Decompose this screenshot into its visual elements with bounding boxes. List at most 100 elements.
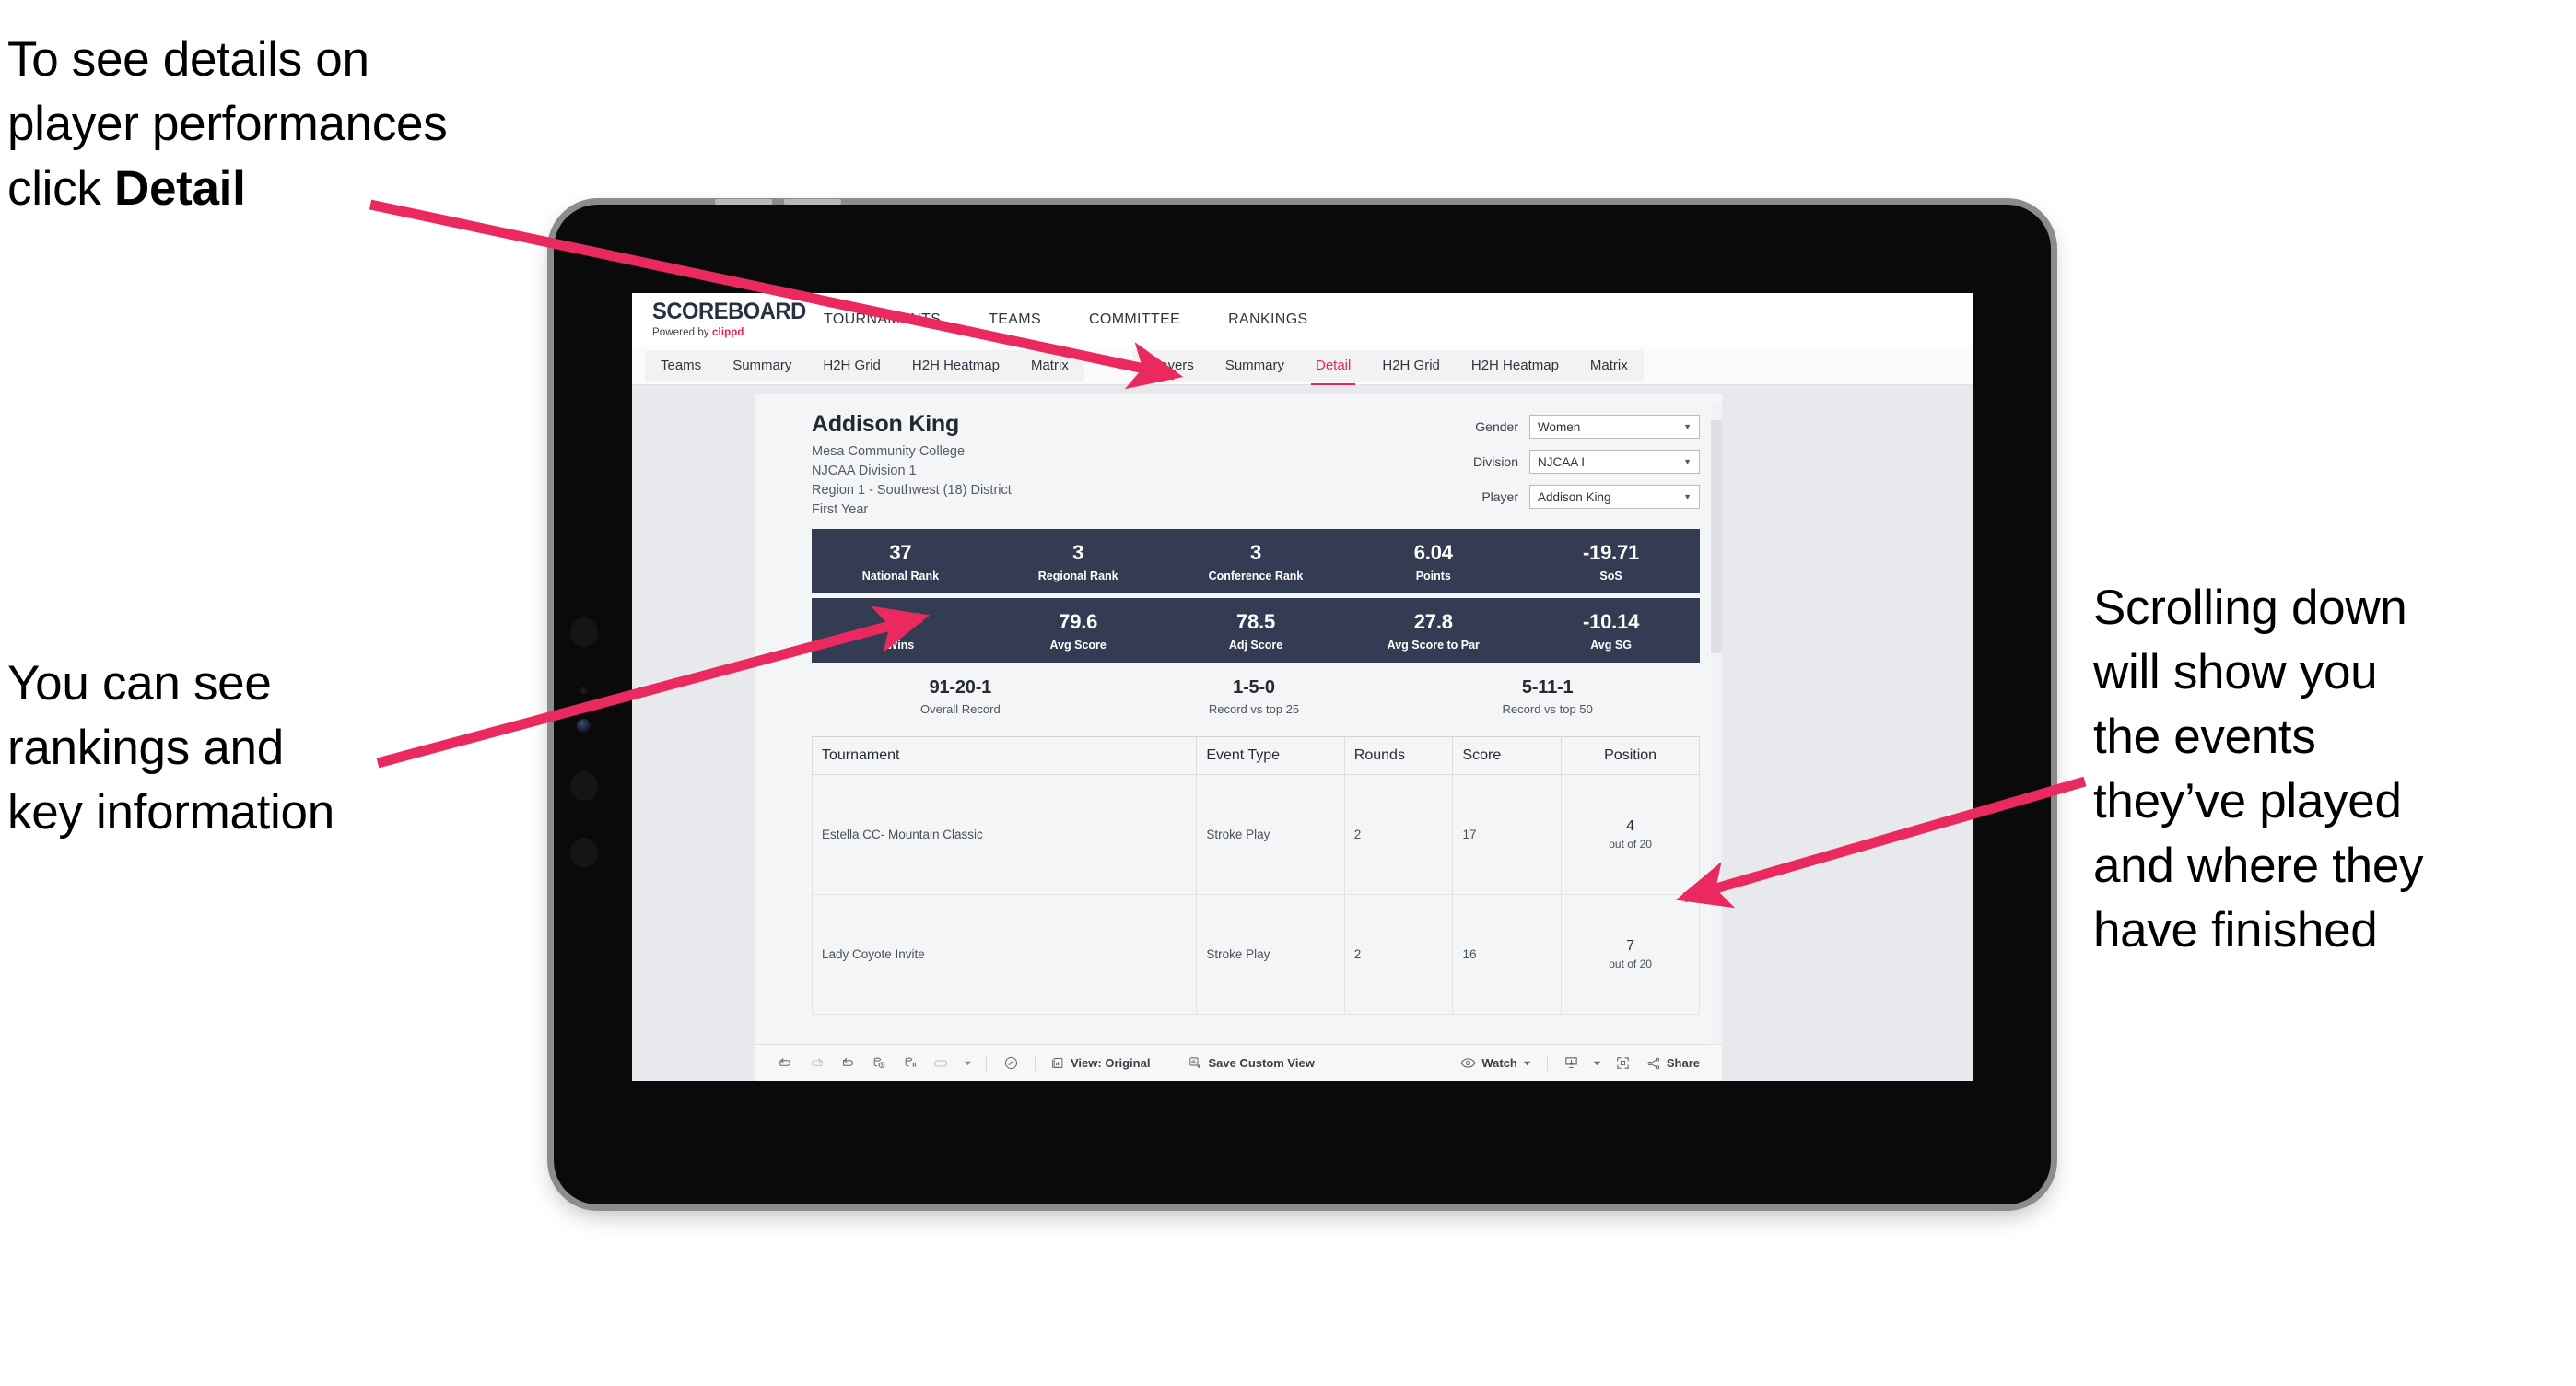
player-region: Region 1 - Southwest (18) District	[812, 483, 1012, 499]
table-row[interactable]: Estella CC- Mountain Classic Stroke Play…	[811, 774, 1700, 896]
kpi-regional-rank: 3 Regional Rank	[989, 541, 1167, 582]
cell-position: 7 out of 20	[1561, 894, 1700, 1016]
volume-up-button[interactable]	[715, 199, 772, 205]
redo-icon[interactable]	[801, 1055, 832, 1071]
dashboard-canvas: Addison King Mesa Community College NJCA…	[632, 385, 1973, 1081]
toolbar-divider	[1546, 1055, 1548, 1071]
chevron-down-icon: ▼	[1683, 422, 1692, 431]
tournaments-table: Tournament Event Type Rounds Score Posit…	[811, 736, 1700, 1016]
tab-teams-h2h-heatmap[interactable]: H2H Heatmap	[896, 350, 1015, 382]
detail-sheet: Addison King Mesa Community College NJCA…	[755, 394, 1722, 1081]
col-position[interactable]: Position	[1561, 736, 1700, 776]
division-select[interactable]: NJCAA I ▼	[1529, 450, 1700, 474]
share-button[interactable]: Share	[1639, 1056, 1707, 1071]
scoreboard-logo[interactable]: SCOREBOARD Powered by clippd	[652, 300, 806, 339]
player-identity-block: Addison King Mesa Community College NJCA…	[812, 411, 1012, 520]
kpi-avg-sg: -10.14 Avg SG	[1522, 610, 1700, 652]
col-tournament[interactable]: Tournament	[811, 736, 1198, 776]
nav-item-rankings[interactable]: RANKINGS	[1204, 293, 1331, 346]
highlight-icon[interactable]	[926, 1057, 957, 1070]
save-custom-view-label: Save Custom View	[1208, 1056, 1315, 1070]
record-label: Overall Record	[919, 702, 1001, 717]
tab-players-matrix[interactable]: Matrix	[1575, 350, 1644, 382]
view-original-label: View: Original	[1071, 1056, 1151, 1070]
cell-tournament: Lady Coyote Invite	[811, 894, 1198, 1016]
position-value: 7	[1626, 938, 1635, 955]
kpi-value: 6.04	[1413, 540, 1453, 564]
tab-players[interactable]: Players	[1132, 350, 1210, 382]
cell-tournament: Estella CC- Mountain Classic	[811, 774, 1198, 896]
player-select[interactable]: Addison King ▼	[1529, 485, 1700, 509]
filter-panel: Gender Women ▼ Division NJCAA I ▼ Player…	[1407, 411, 1700, 520]
kpi-value: 3	[1249, 540, 1262, 564]
position-value: 4	[1626, 818, 1635, 835]
fullscreen-icon[interactable]	[1608, 1055, 1639, 1071]
cell-rounds: 2	[1343, 894, 1454, 1016]
tab-teams-summary[interactable]: Summary	[717, 350, 807, 382]
kpi-value: 3	[1072, 540, 1084, 564]
cell-rounds: 2	[1343, 774, 1454, 896]
logo-powered-text: Powered by	[652, 327, 713, 338]
speaker-hole-icon	[570, 771, 598, 801]
toolbar-divider	[986, 1055, 987, 1071]
filter-gender-label: Gender	[1475, 419, 1518, 434]
save-custom-view-button[interactable]: Save Custom View	[1181, 1056, 1321, 1070]
share-label: Share	[1666, 1056, 1700, 1070]
kpi-band-rankings: 37 National Rank 3 Regional Rank 3 Confe…	[812, 529, 1700, 594]
refresh-data-icon[interactable]	[863, 1055, 895, 1071]
revert-icon[interactable]	[832, 1055, 863, 1071]
microphone-hole-icon	[570, 838, 598, 867]
cell-event-type: Stroke Play	[1196, 774, 1345, 896]
player-division: NJCAA Division 1	[812, 464, 917, 479]
tab-teams-h2h-grid[interactable]: H2H Grid	[807, 350, 896, 382]
gender-select[interactable]: Women ▼	[1529, 415, 1700, 439]
player-name: Addison King	[812, 411, 960, 437]
tab-players-h2h-grid[interactable]: H2H Grid	[1366, 350, 1456, 382]
tablet-screen: SCOREBOARD Powered by clippd TOURNAMENTS…	[632, 293, 1973, 1081]
download-icon[interactable]	[1556, 1055, 1587, 1071]
cell-position: 4 out of 20	[1561, 774, 1700, 896]
scrollbar-thumb[interactable]	[1711, 420, 1722, 653]
tab-teams[interactable]: Teams	[645, 350, 717, 382]
table-row[interactable]: Lady Coyote Invite Stroke Play 2 16 7 ou…	[811, 894, 1700, 1016]
gender-select-value: Women	[1538, 419, 1581, 434]
tab-players-h2h-heatmap[interactable]: H2H Heatmap	[1456, 350, 1575, 382]
tab-players-detail[interactable]: Detail	[1300, 350, 1366, 386]
kpi-label: SoS	[1599, 569, 1622, 582]
tab-players-summary[interactable]: Summary	[1210, 350, 1300, 382]
kpi-label: Wins	[886, 638, 915, 652]
kpi-adj-score: 78.5 Adj Score	[1167, 610, 1345, 652]
vertical-scrollbar[interactable]	[1711, 404, 1722, 1081]
kpi-value: 78.5	[1235, 609, 1275, 633]
undo-icon[interactable]	[769, 1055, 801, 1071]
annotation-detail-bold: Detail	[113, 160, 246, 216]
record-value: 1-5-0	[1233, 677, 1275, 699]
kpi-value: -19.71	[1582, 540, 1640, 564]
nav-item-tournaments[interactable]: TOURNAMENTS	[800, 293, 965, 346]
position-sub: out of 20	[1609, 957, 1652, 971]
view-original-button[interactable]: View: Original	[1044, 1056, 1157, 1070]
record-label: Record vs top 50	[1502, 702, 1593, 717]
tab-teams-matrix[interactable]: Matrix	[1015, 350, 1084, 382]
record-label: Record vs top 25	[1208, 702, 1300, 717]
clear-filters-icon[interactable]	[995, 1055, 1026, 1071]
nav-item-committee[interactable]: COMMITTEE	[1065, 293, 1204, 346]
bottom-toolbar: View: Original Save Custom View Watch Sh…	[755, 1044, 1722, 1081]
pause-data-icon[interactable]	[895, 1055, 926, 1071]
highlight-dropdown-icon[interactable]	[957, 1059, 978, 1067]
annotation-rankings-info: You can see rankings and key information	[7, 656, 334, 840]
nav-item-teams[interactable]: TEAMS	[965, 293, 1065, 346]
chevron-down-icon: ▼	[1683, 457, 1692, 466]
kpi-value: 79.6	[1059, 609, 1098, 633]
col-rounds[interactable]: Rounds	[1343, 736, 1454, 776]
player-select-value: Addison King	[1538, 489, 1611, 504]
kpi-sos: -19.71 SoS	[1522, 541, 1700, 582]
annotation-detail-instruction: To see details on player performances cl…	[7, 28, 652, 221]
app-header: SCOREBOARD Powered by clippd TOURNAMENTS…	[632, 293, 1973, 346]
volume-down-button[interactable]	[784, 199, 841, 205]
sub-tab-strip: Teams Summary H2H Grid H2H Heatmap Matri…	[632, 346, 1973, 386]
col-event-type[interactable]: Event Type	[1196, 736, 1345, 776]
download-dropdown-icon[interactable]	[1587, 1059, 1608, 1067]
col-score[interactable]: Score	[1452, 736, 1563, 776]
watch-button[interactable]: Watch	[1453, 1056, 1539, 1070]
